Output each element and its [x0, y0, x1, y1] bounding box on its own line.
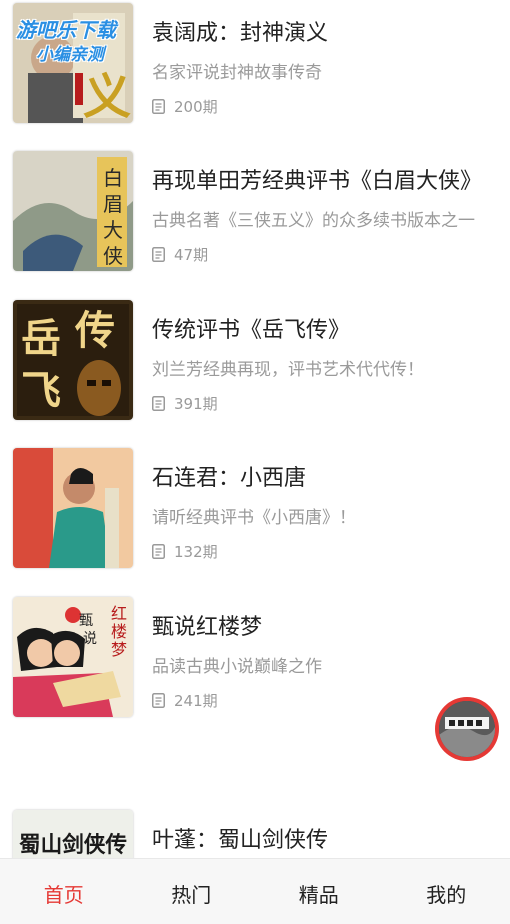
list-item[interactable]: 白 眉 大 侠 再现单田芳经典评书《白眉大侠》 古典名著《三侠五义》的众多续书版… — [0, 151, 510, 281]
watermark: 游吧乐下载 小编亲测 — [14, 8, 154, 65]
episode-meta: 47期 — [152, 243, 208, 265]
cover-char: 白 — [103, 166, 123, 190]
episode-count: 47期 — [174, 245, 209, 264]
item-title: 再现单田芳经典评书《白眉大侠》 — [152, 169, 483, 194]
cover-char: 传 — [74, 307, 115, 354]
episode-count: 132期 — [174, 542, 218, 561]
cover-char: 红 — [111, 604, 127, 623]
episode-meta: 200期 — [152, 95, 218, 117]
list-item[interactable]: 岳 传 飞 传统评书《岳飞传》 刘兰芳经典再现，评书艺术代代传！ 391期 — [0, 300, 510, 430]
item-description: 名家评说封神故事传奇 — [152, 63, 322, 83]
list-item[interactable]: 甄 说 红 楼 梦 甄说红楼梦 品读古典小说巅峰之作 241期 — [0, 597, 510, 727]
item-description: 品读古典小说巅峰之作 — [152, 657, 322, 677]
item-title: 叶蓬：蜀山剑侠传 — [152, 828, 329, 853]
cover-char: 说 — [83, 631, 97, 647]
tab-featured[interactable]: 精品 — [255, 859, 383, 924]
cover-char: 甄 — [79, 613, 93, 629]
episodes-icon — [152, 543, 165, 559]
cover-char: 梦 — [111, 640, 127, 659]
episode-meta: 132期 — [152, 540, 218, 562]
watermark-line2: 小编亲测 — [36, 45, 104, 65]
now-playing-button[interactable] — [435, 697, 499, 761]
xiaoxitang-cover — [13, 448, 133, 568]
cover-char: 楼 — [111, 622, 127, 641]
item-description: 古典名著《三侠五义》的众多续书版本之一 — [152, 211, 475, 231]
episode-meta: 241期 — [152, 689, 218, 711]
cover-char: 眉 — [103, 192, 123, 216]
svg-text:义: 义 — [83, 69, 131, 123]
tab-home[interactable]: 首页 — [0, 859, 128, 924]
cover-char: 侠 — [103, 244, 123, 268]
list-item[interactable]: 石连君：小西唐 请听经典评书《小西唐》！ 132期 — [0, 448, 510, 578]
cover-title: 蜀山剑侠传 — [19, 832, 127, 858]
item-title: 甄说红楼梦 — [152, 615, 263, 640]
cover-char: 飞 — [21, 367, 61, 414]
cover-char: 岳 — [21, 315, 61, 362]
item-title: 袁阔成：封神演义 — [152, 21, 329, 46]
baimei-cover: 白 眉 大 侠 — [13, 151, 133, 271]
bottom-tab-bar: 首页 热门 精品 我的 — [0, 858, 510, 924]
episodes-icon — [152, 692, 165, 708]
cover-char: 大 — [103, 218, 123, 242]
now-playing-icon — [439, 701, 495, 757]
episode-count: 241期 — [174, 691, 218, 710]
episode-count: 391期 — [174, 394, 218, 413]
watermark-line1: 游吧乐下载 — [16, 18, 116, 42]
item-title: 传统评书《岳飞传》 — [152, 318, 351, 343]
episodes-icon — [152, 395, 165, 411]
episodes-icon — [152, 98, 165, 114]
hongloumeng-cover: 甄 说 红 楼 梦 — [13, 597, 133, 717]
episode-count: 200期 — [174, 97, 218, 116]
episode-meta: 391期 — [152, 392, 218, 414]
item-description: 刘兰芳经典再现，评书艺术代代传！ — [152, 360, 424, 380]
tab-hot[interactable]: 热门 — [128, 859, 256, 924]
tab-mine[interactable]: 我的 — [383, 859, 510, 924]
yuefei-cover: 岳 传 飞 — [13, 300, 133, 420]
episodes-icon — [152, 246, 165, 262]
item-title: 石连君：小西唐 — [152, 466, 307, 491]
item-description: 请听经典评书《小西唐》！ — [152, 508, 356, 528]
